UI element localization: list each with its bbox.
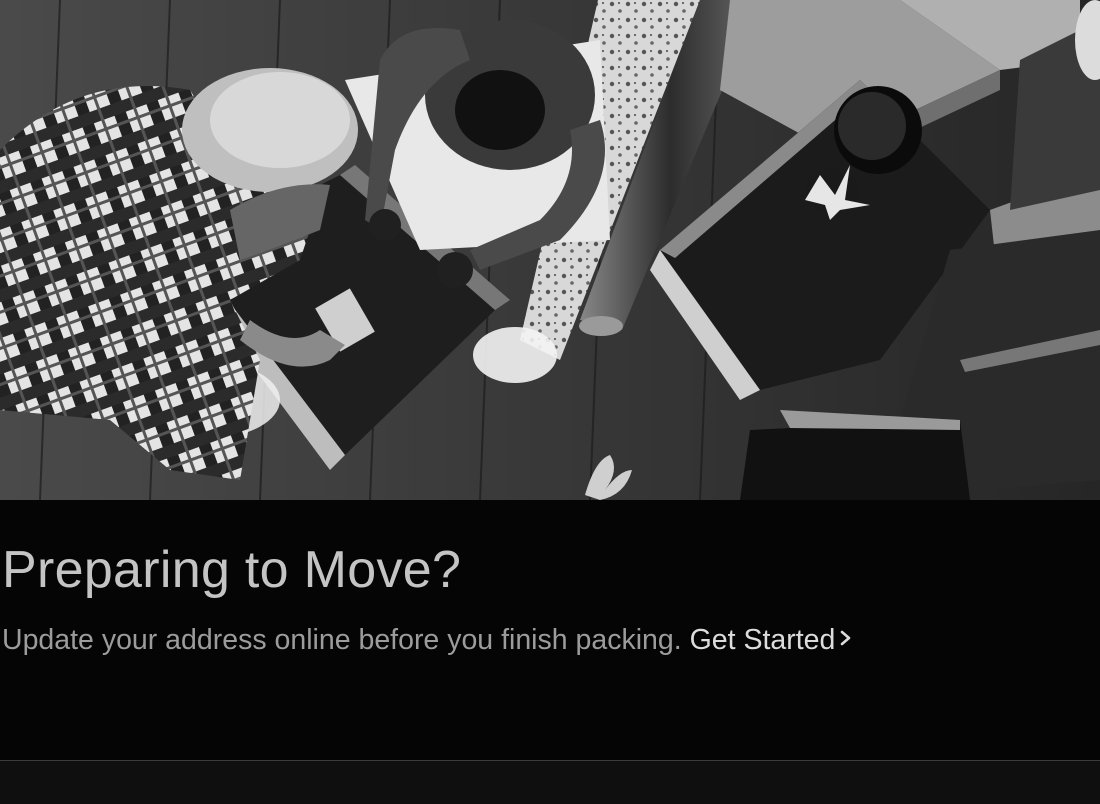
hero-image (0, 0, 1100, 500)
promo-body-text: Update your address online before you fi… (2, 624, 682, 656)
get-started-link[interactable]: Get Started (690, 624, 854, 656)
get-started-label: Get Started (689, 624, 836, 656)
promo-title: Preparing to Move? (2, 541, 462, 599)
promo-body: Update your address online before you fi… (2, 620, 853, 660)
page: Preparing to Move? Update your address o… (0, 0, 1100, 804)
chevron-right-icon (839, 620, 853, 660)
moving-couple-photo (0, 0, 1100, 500)
footer-band (0, 761, 1100, 804)
